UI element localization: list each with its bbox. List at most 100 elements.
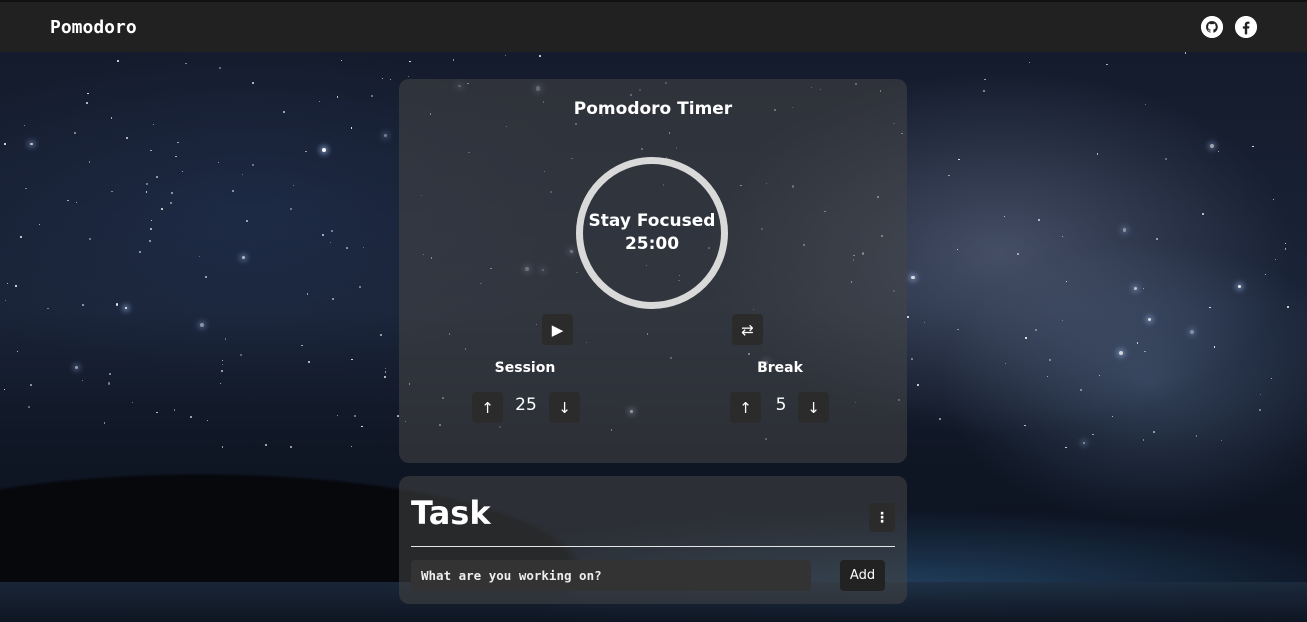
star bbox=[330, 230, 333, 232]
star bbox=[4, 299, 7, 302]
star bbox=[103, 422, 105, 424]
star bbox=[292, 184, 295, 187]
star bbox=[175, 155, 177, 158]
star bbox=[145, 191, 148, 193]
session-label: Session bbox=[494, 360, 556, 376]
star bbox=[161, 208, 163, 210]
star bbox=[207, 420, 209, 422]
brand-title[interactable]: Pomodoro bbox=[50, 17, 137, 38]
star bbox=[87, 92, 89, 95]
star bbox=[1147, 318, 1151, 322]
star bbox=[957, 248, 959, 250]
star bbox=[251, 164, 254, 167]
star bbox=[1252, 146, 1254, 148]
star bbox=[907, 316, 909, 318]
star bbox=[1285, 243, 1287, 245]
navbar: Pomodoro bbox=[0, 0, 1307, 52]
star bbox=[171, 192, 174, 194]
star bbox=[88, 238, 91, 241]
star bbox=[1062, 236, 1064, 238]
star bbox=[241, 255, 245, 259]
add-task-button[interactable]: Add bbox=[840, 560, 885, 591]
task-input[interactable] bbox=[411, 560, 811, 591]
star bbox=[1217, 150, 1219, 152]
star bbox=[409, 60, 411, 63]
session-increment-button[interactable]: ↑ bbox=[472, 392, 503, 423]
star bbox=[82, 380, 84, 382]
break-increment-button[interactable]: ↑ bbox=[730, 392, 761, 423]
task-card: Task ⋮ Add bbox=[399, 476, 907, 604]
star bbox=[30, 142, 33, 146]
star bbox=[379, 333, 382, 336]
star bbox=[290, 445, 293, 448]
star bbox=[6, 283, 8, 285]
star bbox=[1037, 219, 1040, 222]
star bbox=[1185, 52, 1187, 54]
star bbox=[81, 304, 84, 306]
facebook-icon[interactable] bbox=[1235, 16, 1257, 38]
star bbox=[301, 344, 303, 347]
star bbox=[1065, 280, 1068, 283]
star bbox=[240, 353, 243, 356]
timer-title: Pomodoro Timer bbox=[573, 99, 733, 119]
timer-status: Stay Focused bbox=[588, 211, 716, 231]
star bbox=[1136, 342, 1139, 344]
play-button[interactable]: ▶ bbox=[542, 314, 573, 345]
break-decrement-button[interactable]: ↓ bbox=[798, 392, 829, 423]
star bbox=[1152, 431, 1155, 433]
star bbox=[1118, 350, 1123, 356]
task-menu-button[interactable]: ⋮ bbox=[869, 503, 895, 532]
play-icon: ▶ bbox=[551, 320, 564, 339]
github-icon[interactable] bbox=[1201, 16, 1223, 38]
star bbox=[264, 443, 267, 446]
star bbox=[74, 132, 76, 134]
star bbox=[911, 358, 913, 360]
star bbox=[219, 383, 221, 385]
star bbox=[88, 161, 91, 163]
star bbox=[361, 426, 363, 428]
star bbox=[321, 234, 324, 237]
star bbox=[116, 303, 119, 306]
star bbox=[107, 382, 110, 385]
star bbox=[231, 189, 234, 192]
star bbox=[110, 117, 113, 119]
star bbox=[1195, 435, 1198, 437]
star bbox=[111, 190, 113, 193]
star bbox=[20, 235, 23, 239]
star bbox=[911, 275, 915, 280]
star bbox=[242, 173, 244, 175]
session-value: 25 bbox=[515, 395, 537, 415]
star bbox=[332, 298, 335, 301]
star bbox=[190, 415, 193, 418]
star bbox=[539, 55, 541, 57]
star bbox=[1143, 439, 1145, 441]
star bbox=[182, 170, 184, 172]
star bbox=[984, 78, 986, 81]
star bbox=[200, 322, 205, 327]
task-title: Task bbox=[411, 494, 491, 532]
star bbox=[1264, 273, 1266, 276]
star bbox=[1079, 389, 1082, 391]
star bbox=[1284, 248, 1286, 250]
star bbox=[221, 446, 223, 448]
star bbox=[1025, 337, 1027, 339]
star bbox=[124, 306, 128, 310]
star bbox=[1092, 433, 1095, 436]
session-decrement-button[interactable]: ↓ bbox=[549, 392, 580, 423]
star bbox=[363, 247, 365, 249]
star bbox=[1111, 415, 1113, 417]
star bbox=[371, 95, 374, 98]
star bbox=[329, 241, 331, 243]
star bbox=[1046, 375, 1049, 378]
reset-button[interactable]: ⇄ bbox=[732, 314, 763, 345]
star bbox=[1144, 350, 1146, 353]
star bbox=[957, 328, 960, 331]
star bbox=[4, 142, 7, 145]
star bbox=[1274, 259, 1276, 261]
star bbox=[939, 418, 941, 421]
star bbox=[948, 174, 950, 177]
star bbox=[1082, 441, 1086, 445]
star bbox=[67, 199, 70, 202]
star bbox=[1213, 346, 1216, 349]
star bbox=[185, 62, 188, 65]
